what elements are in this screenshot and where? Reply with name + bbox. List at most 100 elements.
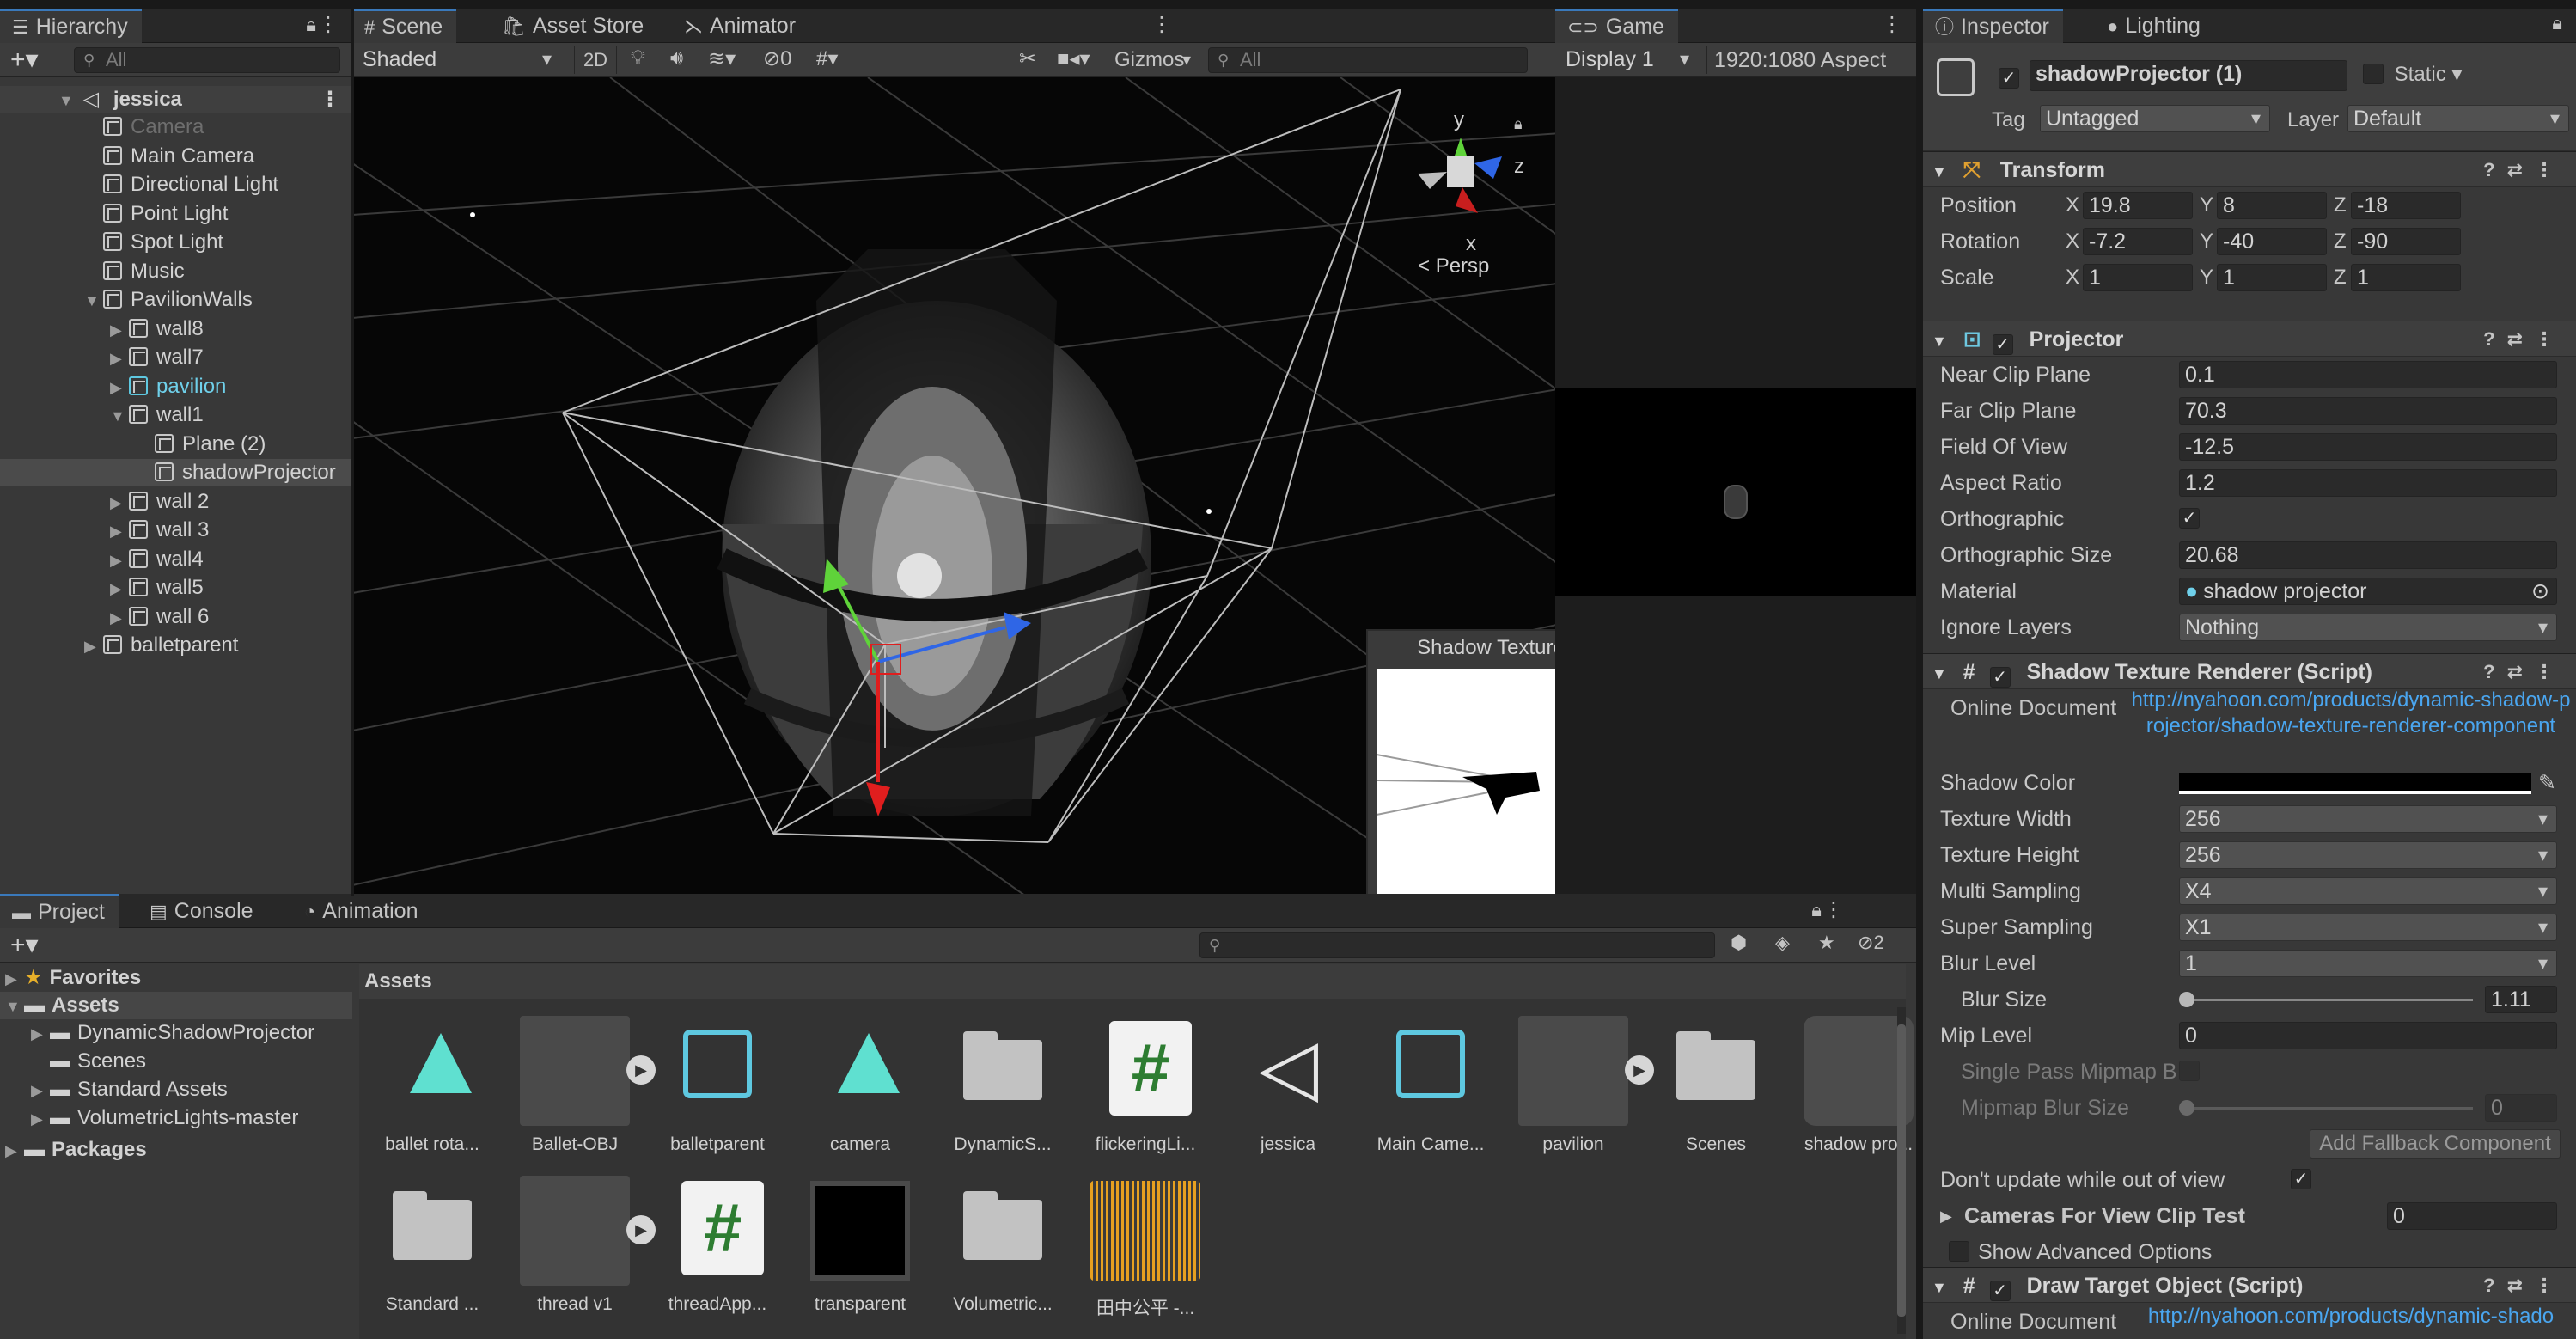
- chevron-down-icon[interactable]: ▾: [1182, 46, 1191, 74]
- chevron-right-icon[interactable]: ▶: [110, 604, 129, 632]
- orientation-gizmo[interactable]: y z x < Persp 🔒︎: [1401, 103, 1538, 278]
- chevron-right-icon[interactable]: ▶: [31, 1077, 50, 1104]
- project-folder-item[interactable]: ▶ ▬ DynamicShadowProjector: [0, 1019, 352, 1047]
- more-icon[interactable]: ⋮: [1151, 12, 1172, 37]
- lock-icon[interactable]: 🔒︎: [306, 14, 316, 36]
- aspect-field[interactable]: 1.2: [2179, 469, 2557, 497]
- hierarchy-item[interactable]: Camera: [0, 113, 352, 141]
- hierarchy-item[interactable]: ▶ wall5: [0, 574, 352, 602]
- shadow-renderer-header[interactable]: ▼ # ✓ Shadow Texture Renderer (Script) ?…: [1923, 653, 2576, 689]
- hierarchy-item[interactable]: ▶ wall4: [0, 546, 352, 573]
- asset-item[interactable]: Main Came...: [1366, 1016, 1495, 1155]
- tab-animation[interactable]: ◔ Animation: [292, 894, 431, 928]
- cameras-count-field[interactable]: 0: [2387, 1202, 2557, 1230]
- hierarchy-item[interactable]: Music: [0, 258, 352, 285]
- label-icon[interactable]: ◈: [1775, 932, 1790, 954]
- asset-item[interactable]: ▶ pavilion: [1509, 1016, 1654, 1155]
- far-field[interactable]: 70.3: [2179, 397, 2557, 425]
- play-icon[interactable]: ▶: [626, 1055, 656, 1085]
- hierarchy-item[interactable]: ▶ pavilion: [0, 373, 352, 400]
- persp-label[interactable]: < Persp: [1418, 254, 1489, 278]
- asset-item[interactable]: camera: [796, 1016, 925, 1155]
- shadow-renderer-enabled-checkbox[interactable]: ✓: [1989, 667, 2011, 688]
- asset-item[interactable]: Volumetric...: [938, 1176, 1067, 1315]
- advanced-options-checkbox[interactable]: [1949, 1241, 1969, 1262]
- dont-update-checkbox[interactable]: ✓: [2291, 1169, 2311, 1189]
- mip-blur-slider-track[interactable]: [2181, 1107, 2473, 1110]
- tab-hierarchy[interactable]: ☰ Hierarchy: [0, 9, 142, 43]
- star-icon[interactable]: ★: [1818, 932, 1835, 954]
- chevron-right-icon[interactable]: ▶: [110, 575, 129, 602]
- asset-item[interactable]: # threadApp...: [653, 1176, 782, 1315]
- mip-blur-slider-handle[interactable]: [2179, 1100, 2194, 1116]
- add-icon[interactable]: +▾: [10, 45, 39, 75]
- projector-enabled-checkbox[interactable]: ✓: [1992, 334, 2013, 355]
- single-pass-checkbox[interactable]: [2179, 1061, 2200, 1081]
- online-document-link[interactable]: http://nyahoon.com/products/dynamic-shad…: [2129, 688, 2573, 739]
- hierarchy-item[interactable]: Directional Light: [0, 171, 352, 199]
- game-viewport[interactable]: [1555, 388, 1916, 596]
- tab-animator[interactable]: ⋋ Animator: [672, 9, 809, 43]
- object-picker-icon[interactable]: ⊙: [2531, 578, 2549, 604]
- more-icon[interactable]: ⋮: [318, 12, 339, 37]
- scale-z-field[interactable]: 1: [2351, 264, 2461, 291]
- more-icon[interactable]: ⋮: [1823, 897, 1844, 922]
- grid-toggle-icon[interactable]: #▾: [816, 46, 838, 71]
- display-dropdown[interactable]: Display 1: [1560, 46, 1698, 74]
- position-y-field[interactable]: 8: [2217, 192, 2327, 219]
- rotation-x-field[interactable]: -7.2: [2083, 228, 2193, 255]
- blur-size-field[interactable]: 1.11: [2485, 986, 2557, 1013]
- lock-icon[interactable]: 🔒︎: [1514, 115, 1523, 133]
- more-icon[interactable]: ⋮: [320, 86, 340, 113]
- layer-dropdown[interactable]: Default: [2347, 105, 2569, 132]
- asset-item[interactable]: ▶ Ballet-OBJ: [510, 1016, 656, 1155]
- blur-size-slider-handle[interactable]: [2179, 992, 2194, 1007]
- tab-project[interactable]: ▬ Project: [0, 894, 119, 928]
- orthographic-checkbox[interactable]: ✓: [2179, 508, 2200, 529]
- component-menu-icons[interactable]: ?⇄⋮: [2483, 654, 2566, 690]
- near-field[interactable]: 0.1: [2179, 361, 2557, 388]
- hierarchy-item[interactable]: Plane (2): [0, 431, 352, 458]
- asset-item[interactable]: DynamicS...: [938, 1016, 1067, 1155]
- asset-item[interactable]: 田中公平 -...: [1081, 1176, 1210, 1320]
- effects-icon[interactable]: ≋▾: [708, 46, 736, 71]
- chevron-right-icon[interactable]: ▶: [31, 1020, 50, 1048]
- hierarchy-item[interactable]: ▶ wall8: [0, 315, 352, 343]
- scrollbar[interactable]: [1897, 1007, 1906, 1334]
- project-folder-item[interactable]: ▶ ▬ VolumetricLights-master: [0, 1104, 352, 1132]
- scene-search-input[interactable]: ⚲ All: [1208, 47, 1528, 73]
- hierarchy-item[interactable]: ▶ wall 2: [0, 488, 352, 516]
- rotation-y-field[interactable]: -40: [2217, 228, 2327, 255]
- hidden-packages-icon[interactable]: ⊘2: [1858, 932, 1884, 954]
- hierarchy-item[interactable]: Main Camera: [0, 143, 352, 170]
- draw-target-enabled-checkbox[interactable]: ✓: [1989, 1281, 2011, 1301]
- assets-row[interactable]: ▼ ▬ Assets: [0, 992, 352, 1019]
- add-icon[interactable]: +▾: [10, 930, 39, 960]
- asset-item[interactable]: # flickeringLi...: [1081, 1016, 1210, 1155]
- position-z-field[interactable]: -18: [2351, 192, 2461, 219]
- visibility-icon[interactable]: ⊘0: [763, 46, 791, 71]
- play-icon[interactable]: ▶: [626, 1215, 656, 1244]
- mip-level-field[interactable]: 0: [2179, 1022, 2557, 1049]
- play-icon[interactable]: ▶: [1625, 1055, 1654, 1085]
- gizmos-dropdown[interactable]: Gizmos: [1114, 46, 1184, 74]
- fov-field[interactable]: -12.5: [2179, 433, 2557, 461]
- chevron-down-icon[interactable]: ▼: [84, 287, 103, 315]
- favorites-row[interactable]: ▶ ★ Favorites: [0, 964, 352, 992]
- draw-target-header[interactable]: ▼ # ✓ Draw Target Object (Script) ?⇄⋮: [1923, 1267, 2576, 1303]
- online-document-link[interactable]: http://nyahoon.com/products/dynamic-shad…: [2129, 1305, 2573, 1329]
- asset-item[interactable]: ballet rota...: [368, 1016, 497, 1155]
- blur_level-dropdown[interactable]: 1: [2179, 950, 2557, 977]
- camera-icon[interactable]: ■◂▾: [1057, 46, 1090, 71]
- hierarchy-item[interactable]: ▶ wall7: [0, 344, 352, 371]
- aspect-dropdown[interactable]: 1920:1080 Aspect: [1706, 46, 1886, 74]
- project-folder-item[interactable]: ▶ ▬ Standard Assets: [0, 1076, 352, 1104]
- lock-icon[interactable]: 🔒︎: [2552, 12, 2562, 34]
- add-fallback-button[interactable]: Add Fallback Component: [2310, 1129, 2561, 1159]
- tab-game[interactable]: ⊂⊃ Game: [1555, 9, 1678, 43]
- ortho_size-field[interactable]: 20.68: [2179, 541, 2557, 569]
- chevron-right-icon[interactable]: ▶: [1940, 1198, 1952, 1234]
- hierarchy-item[interactable]: ▶ wall 6: [0, 603, 352, 631]
- object-name-field[interactable]: shadowProjector (1): [2030, 60, 2347, 91]
- 2d-toggle[interactable]: 2D: [574, 46, 617, 74]
